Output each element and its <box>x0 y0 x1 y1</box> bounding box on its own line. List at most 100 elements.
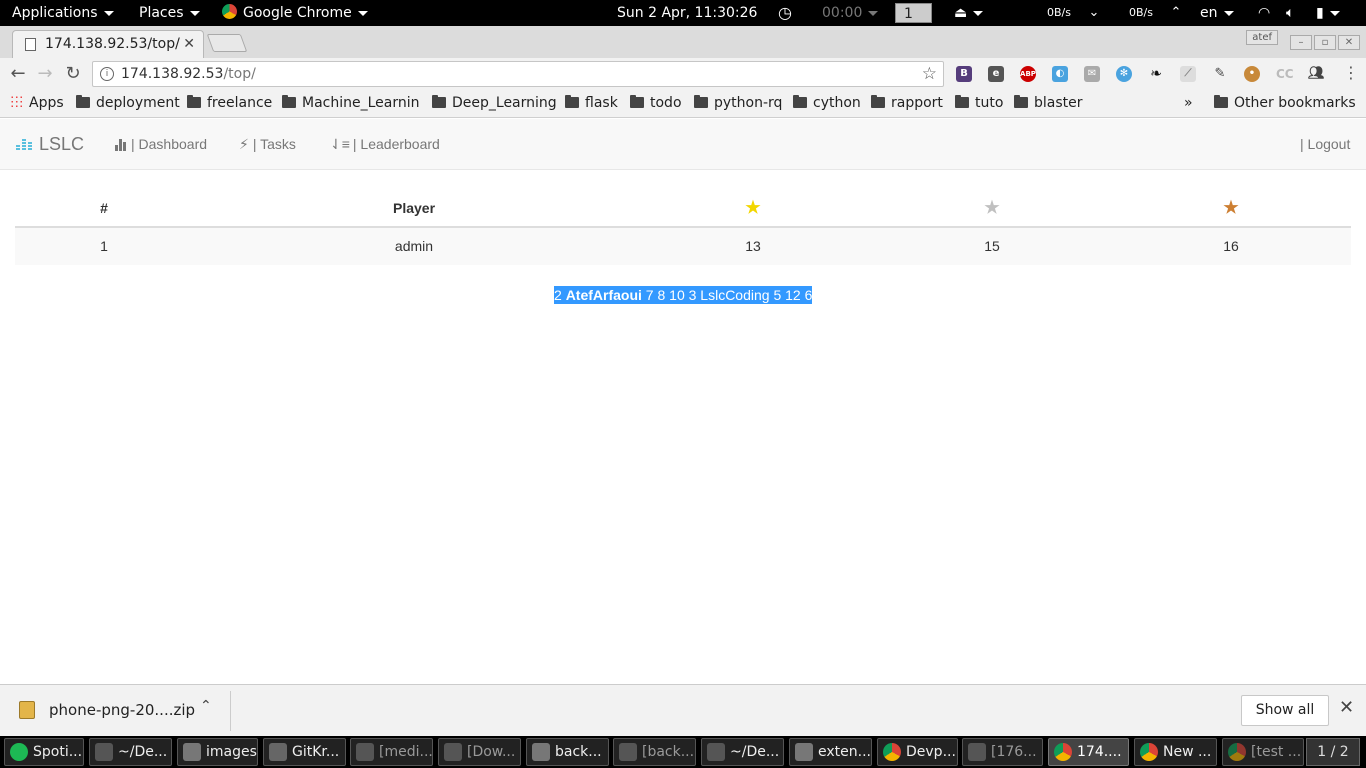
bookmark-folder[interactable]: Deep_Learning <box>432 90 557 118</box>
people-extension-icon[interactable]: 👥︎ <box>1308 66 1325 82</box>
taskbar-item[interactable]: back... <box>526 738 609 766</box>
close-window-icon[interactable]: ✕ <box>1338 35 1360 50</box>
nav-logout[interactable]: | Logout <box>1300 136 1350 152</box>
taskbar-item-active[interactable]: 174.... <box>1048 738 1129 766</box>
browser-toolbar: ← → ↻ i 174.138.92.53/top/ ☆ B e ABP ◐ ✉… <box>0 58 1366 90</box>
bookmark-label: cython <box>813 95 861 111</box>
adblock-extension-icon[interactable]: ABP <box>1020 66 1036 82</box>
selected-text-end: 7 8 10 3 LslcCoding 5 12 6 <box>641 287 813 303</box>
reload-icon[interactable]: ↻ <box>62 63 84 84</box>
new-tab-button[interactable] <box>206 34 248 52</box>
taskbar-item[interactable]: images <box>177 738 258 766</box>
eyedropper-extension-icon[interactable]: ✎ <box>1212 66 1228 82</box>
maximize-icon[interactable]: ▫ <box>1314 35 1336 50</box>
zip-file-icon <box>19 701 35 719</box>
leaf-extension-icon[interactable]: ❧ <box>1148 66 1164 82</box>
url-host: 174.138.92.53 <box>121 66 224 82</box>
app-menu[interactable]: Google Chrome <box>222 0 368 26</box>
bookmark-folder[interactable]: todo <box>630 90 682 118</box>
download-shelf: phone-png-20....zip ⌃ Show all ✕ <box>0 684 1366 736</box>
workspace-pager[interactable]: 1 / 2 <box>1306 738 1360 766</box>
net-up-text: 0B/s <box>1129 6 1153 19</box>
show-all-button[interactable]: Show all <box>1241 695 1329 726</box>
bookmark-folder[interactable]: tuto <box>955 90 1003 118</box>
taskbar-item[interactable]: ~/De... <box>89 738 172 766</box>
archive-icon <box>356 743 374 761</box>
cc-extension-icon[interactable]: CC <box>1276 66 1294 82</box>
browser-tab[interactable]: 174.138.92.53/top/ ✕ <box>12 30 204 58</box>
volume-icon[interactable]: 🔈︎ <box>1286 0 1294 26</box>
minimize-icon[interactable]: – <box>1290 35 1312 50</box>
taskbar-label: exten... <box>818 744 871 760</box>
extension-icon[interactable]: ◐ <box>1052 66 1068 82</box>
taskbar-label: 174.... <box>1077 744 1122 760</box>
bookmarks-bar: Apps deployment freelance Machine_Learni… <box>0 90 1366 118</box>
taskbar-label: [medi... <box>379 744 433 760</box>
info-icon[interactable]: i <box>100 67 114 81</box>
bookmark-folder[interactable]: flask <box>565 90 618 118</box>
battery-icon[interactable]: ▮ <box>1316 0 1340 26</box>
bookmark-folder[interactable]: python-rq <box>694 90 782 118</box>
nav-dashboard[interactable]: | Dashboard <box>115 136 207 154</box>
folder-icon <box>432 95 446 108</box>
taskbar-item[interactable]: [back... <box>613 738 696 766</box>
taskbar-item[interactable]: Devp... <box>877 738 958 766</box>
timer-value[interactable]: 00:00 <box>822 0 879 26</box>
wifi-icon[interactable]: ◠ <box>1258 0 1270 26</box>
bookmark-other[interactable]: Other bookmarks <box>1214 90 1356 118</box>
evernote-extension-icon[interactable]: e <box>988 66 1004 82</box>
page-icon <box>25 38 36 51</box>
taskbar-item[interactable]: [medi... <box>350 738 433 766</box>
nav-leaderboard[interactable]: ⇃≡ | Leaderboard <box>330 136 440 153</box>
applications-menu[interactable]: Applications <box>12 0 114 26</box>
back-icon[interactable]: ← <box>7 63 29 84</box>
app-navbar: LSLC | Dashboard ⚡︎ | Tasks ⇃≡ | Leaderboa… <box>0 119 1366 170</box>
taskbar-item[interactable]: Spoti... <box>4 738 84 766</box>
bookmark-folder[interactable]: Machine_Learning <box>282 90 420 118</box>
sort-icon: ⇃≡ <box>330 136 350 152</box>
url-path: /top/ <box>223 66 256 82</box>
taskbar-item[interactable]: [test ... <box>1222 738 1304 766</box>
bootstrap-extension-icon[interactable]: B <box>956 66 972 82</box>
bookmark-folder[interactable]: deployment <box>76 90 180 118</box>
profile-button[interactable]: atef <box>1246 30 1278 45</box>
bookmark-folder[interactable]: freelance <box>187 90 272 118</box>
taskbar-item[interactable]: [Dow... <box>438 738 521 766</box>
places-menu[interactable]: Places <box>139 0 200 26</box>
taskbar-item[interactable]: [176... <box>962 738 1043 766</box>
address-bar[interactable]: i 174.138.92.53/top/ ☆ <box>92 61 944 87</box>
bookmark-folder[interactable]: cython <box>793 90 861 118</box>
language-menu[interactable]: en <box>1200 0 1234 26</box>
bookmark-star-icon[interactable]: ☆ <box>922 62 937 86</box>
timer-icon[interactable]: ◷ <box>778 0 792 26</box>
workspace-indicator[interactable]: 1 <box>895 3 932 23</box>
close-icon[interactable]: ✕ <box>1339 697 1354 718</box>
taskbar-item[interactable]: exten... <box>789 738 872 766</box>
brand-link[interactable]: LSLC <box>16 134 84 156</box>
taskbar-label: images <box>206 744 257 760</box>
snowflake-extension-icon[interactable]: ✻ <box>1116 66 1132 82</box>
bookmark-label: python-rq <box>714 95 783 111</box>
taskbar-item[interactable]: GitKr... <box>263 738 346 766</box>
cookie-extension-icon[interactable]: • <box>1244 66 1260 82</box>
tool-extension-icon[interactable]: ⟋ <box>1180 66 1196 82</box>
taskbar-item[interactable]: New ... <box>1134 738 1217 766</box>
nav-tasks[interactable]: ⚡︎ | Tasks <box>239 136 296 153</box>
close-tab-icon[interactable]: ✕ <box>183 31 195 57</box>
bookmarks-overflow-icon[interactable]: » <box>1184 90 1193 118</box>
clock[interactable]: Sun 2 Apr, 11:30:26 <box>617 0 757 26</box>
download-item[interactable]: phone-png-20....zip <box>49 701 195 719</box>
chevron-up-icon[interactable]: ⌃ <box>200 698 212 714</box>
file-manager-icon <box>795 743 813 761</box>
divider <box>230 691 231 731</box>
eject-icon[interactable]: ⏏ <box>954 0 984 26</box>
taskbar-item[interactable]: ~/De... <box>701 738 784 766</box>
taskbar-label: New ... <box>1163 744 1212 760</box>
forward-icon[interactable]: → <box>34 63 56 84</box>
bookmark-apps[interactable]: Apps <box>10 90 64 118</box>
bookmark-folder[interactable]: rapport <box>871 90 943 118</box>
bookmark-folder[interactable]: blaster <box>1014 90 1083 118</box>
mail-extension-icon[interactable]: ✉ <box>1084 66 1100 82</box>
chrome-menu-icon[interactable]: ⋮ <box>1340 63 1362 82</box>
taskbar-label: [test ... <box>1251 744 1302 760</box>
